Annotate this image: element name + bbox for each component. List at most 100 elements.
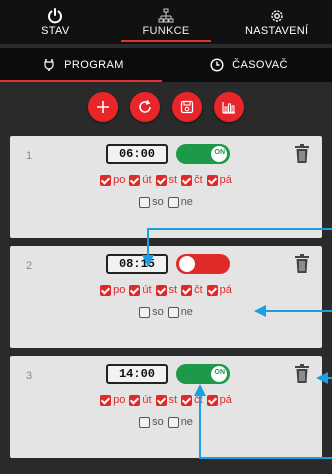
on-off-toggle[interactable]: OFF — [176, 254, 230, 274]
day-label: st — [168, 284, 178, 296]
day-checkbox-so[interactable]: so — [139, 306, 164, 318]
on-off-toggle[interactable]: ON — [176, 364, 230, 384]
day-label: čt — [194, 174, 203, 186]
day-label: út — [142, 284, 152, 296]
plug-icon — [44, 59, 54, 71]
day-checkbox-ne[interactable]: ne — [167, 416, 193, 428]
day-checkbox-po[interactable]: po — [100, 394, 125, 406]
checkbox[interactable] — [100, 284, 112, 296]
day-checkbox-pa[interactable]: pá — [206, 284, 232, 296]
checkbox[interactable] — [167, 416, 179, 428]
checkbox[interactable] — [139, 416, 151, 428]
nav-nastaveni-label: NASTAVENÍ — [244, 24, 309, 37]
day-label: st — [168, 174, 178, 186]
day-checkbox-ut[interactable]: út — [129, 174, 152, 186]
tab-casovac-label: ČASOVAČ — [232, 59, 288, 71]
checkbox[interactable] — [181, 284, 193, 296]
day-label: ne — [180, 196, 193, 208]
power-icon — [48, 7, 63, 23]
save-icon — [180, 100, 194, 114]
day-label: so — [152, 306, 164, 318]
checkbox[interactable] — [100, 174, 112, 186]
day-checkbox-st[interactable]: st — [155, 284, 178, 296]
time-field[interactable]: 14:00 — [106, 364, 168, 384]
day-checkbox-ct[interactable]: čt — [181, 394, 203, 406]
day-label: ne — [180, 306, 193, 318]
chart-button[interactable] — [214, 92, 244, 122]
day-label: so — [152, 196, 164, 208]
program-card: 3 14:00 ON po út st čt pá so ne — [10, 356, 322, 458]
tab-program-label: PROGRAM — [64, 59, 124, 71]
checkbox[interactable] — [181, 394, 193, 406]
tab-program[interactable]: PROGRAM — [0, 48, 166, 82]
gear-icon — [270, 9, 283, 22]
day-checkbox-st[interactable]: st — [155, 174, 178, 186]
weekend-checkboxes: so ne — [10, 196, 322, 208]
refresh-button[interactable] — [130, 92, 160, 122]
trash-icon[interactable] — [294, 254, 310, 274]
day-label: so — [152, 416, 164, 428]
program-number: 3 — [26, 370, 33, 382]
day-checkbox-ne[interactable]: ne — [167, 306, 193, 318]
toggle-state-label: ON — [214, 369, 226, 376]
day-label: čt — [194, 284, 203, 296]
save-button[interactable] — [172, 92, 202, 122]
day-label: pá — [219, 394, 232, 406]
checkbox[interactable] — [155, 174, 167, 186]
weekday-checkboxes: po út st čt pá — [10, 174, 322, 186]
nav-funkce[interactable]: FUNKCE — [111, 0, 222, 44]
top-nav: STAV FUNKCE NASTAVENÍ — [0, 0, 332, 44]
trash-icon[interactable] — [294, 364, 310, 384]
checkbox[interactable] — [129, 394, 141, 406]
day-checkbox-ut[interactable]: út — [129, 394, 152, 406]
checkbox[interactable] — [129, 284, 141, 296]
tab-casovac[interactable]: ČASOVAČ — [166, 48, 332, 82]
nav-stav[interactable]: STAV — [0, 0, 111, 44]
day-checkbox-ne[interactable]: ne — [167, 196, 193, 208]
checkbox[interactable] — [139, 196, 151, 208]
checkbox[interactable] — [155, 394, 167, 406]
checkbox[interactable] — [167, 306, 179, 318]
chart-icon — [222, 102, 235, 114]
day-label: út — [142, 174, 152, 186]
toolbar — [0, 92, 332, 126]
program-card: 1 06:00 ON po út st čt pá so ne — [10, 136, 322, 238]
time-field[interactable]: 06:00 — [106, 144, 168, 164]
weekday-checkboxes: po út st čt pá — [10, 394, 322, 406]
checkbox[interactable] — [139, 306, 151, 318]
time-field[interactable]: 08:15 — [106, 254, 168, 274]
checkbox[interactable] — [181, 174, 193, 186]
toggle-knob — [179, 256, 195, 272]
checkbox[interactable] — [167, 196, 179, 208]
checkbox[interactable] — [155, 284, 167, 296]
refresh-icon — [139, 100, 151, 113]
day-label: po — [113, 394, 126, 406]
day-checkbox-pa[interactable]: pá — [206, 174, 232, 186]
checkbox[interactable] — [100, 394, 112, 406]
checkbox[interactable] — [206, 174, 218, 186]
day-checkbox-ct[interactable]: čt — [181, 174, 203, 186]
day-checkbox-so[interactable]: so — [139, 196, 164, 208]
checkbox[interactable] — [206, 284, 218, 296]
nav-nastaveni[interactable]: NASTAVENÍ — [221, 0, 332, 44]
trash-icon[interactable] — [294, 144, 310, 164]
add-icon — [97, 101, 109, 113]
day-label: út — [142, 394, 152, 406]
toggle-state-label: OFF — [198, 259, 212, 266]
day-checkbox-so[interactable]: so — [139, 416, 164, 428]
day-checkbox-po[interactable]: po — [100, 174, 125, 186]
day-checkbox-ct[interactable]: čt — [181, 284, 203, 296]
checkbox[interactable] — [129, 174, 141, 186]
nav-funkce-label: FUNKCE — [142, 24, 190, 37]
day-checkbox-po[interactable]: po — [100, 284, 125, 296]
checkbox[interactable] — [206, 394, 218, 406]
nav-stav-label: STAV — [41, 24, 70, 37]
day-checkbox-st[interactable]: st — [155, 394, 177, 406]
day-checkbox-pa[interactable]: pá — [206, 394, 232, 406]
add-button[interactable] — [88, 92, 118, 122]
weekday-checkboxes: po út st čt pá — [10, 284, 322, 296]
day-checkbox-ut[interactable]: út — [129, 284, 152, 296]
program-card: 2 08:15 OFF po út st čt pá so ne — [10, 246, 322, 348]
clock-icon — [210, 58, 224, 72]
on-off-toggle[interactable]: ON — [176, 144, 230, 164]
